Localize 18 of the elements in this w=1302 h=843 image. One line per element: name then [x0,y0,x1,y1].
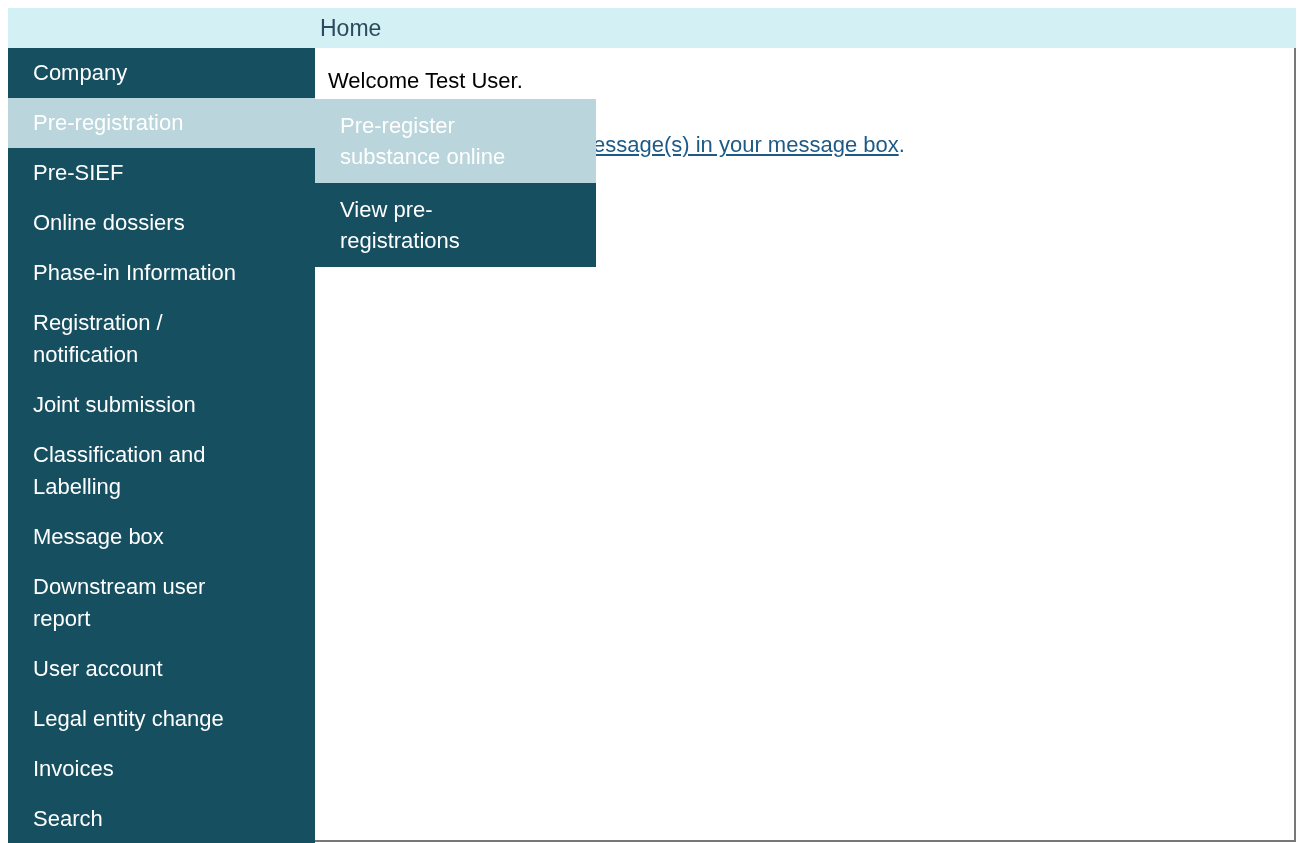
menu-item[interactable]: Registration / notification [8,298,315,380]
period-text: . [898,132,905,157]
menu-item[interactable]: Online dossiers [8,198,315,248]
menu-item[interactable]: Invoices [8,744,315,794]
menu-item[interactable]: Pre-SIEF [8,148,315,198]
welcome-text: Welcome Test User. [328,68,524,94]
menu-item[interactable]: Company [8,48,315,98]
menu-item[interactable]: Joint submission [8,380,315,430]
menu-item[interactable]: Search [8,794,315,843]
menu-item[interactable]: Legal entity change [8,694,315,744]
menu-item[interactable]: Downstream user report [8,562,315,644]
submenu-item[interactable]: View pre- registrations [315,183,596,267]
message-box-link[interactable]: essage(s) in your message box [593,132,899,157]
breadcrumb-link[interactable]: Home [320,14,382,42]
menu-item[interactable]: Classification and Labelling [8,430,315,512]
menu-item[interactable]: Phase-in Information [8,248,315,298]
menu-item[interactable]: Message box [8,512,315,562]
menu-item[interactable]: User account [8,644,315,694]
